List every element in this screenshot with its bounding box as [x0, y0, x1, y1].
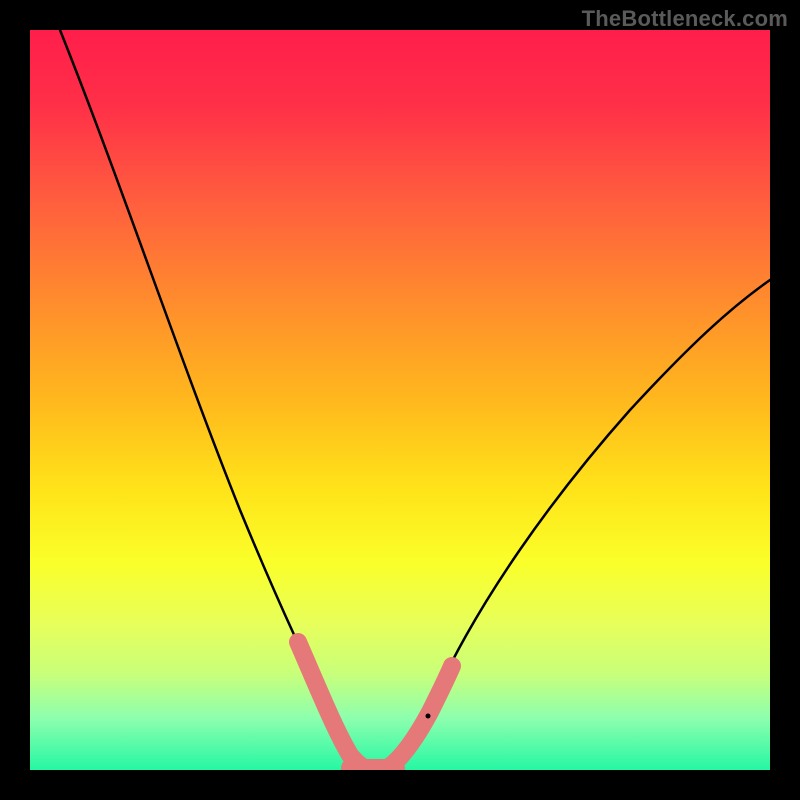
watermark-text: TheBottleneck.com [582, 6, 788, 32]
curve-layer [30, 30, 770, 770]
plot-area [30, 30, 770, 770]
join-dot [426, 714, 431, 719]
bottleneck-curve [60, 30, 770, 768]
highlight-right [388, 666, 452, 768]
chart-frame: TheBottleneck.com [0, 0, 800, 800]
highlight-left [298, 642, 366, 768]
